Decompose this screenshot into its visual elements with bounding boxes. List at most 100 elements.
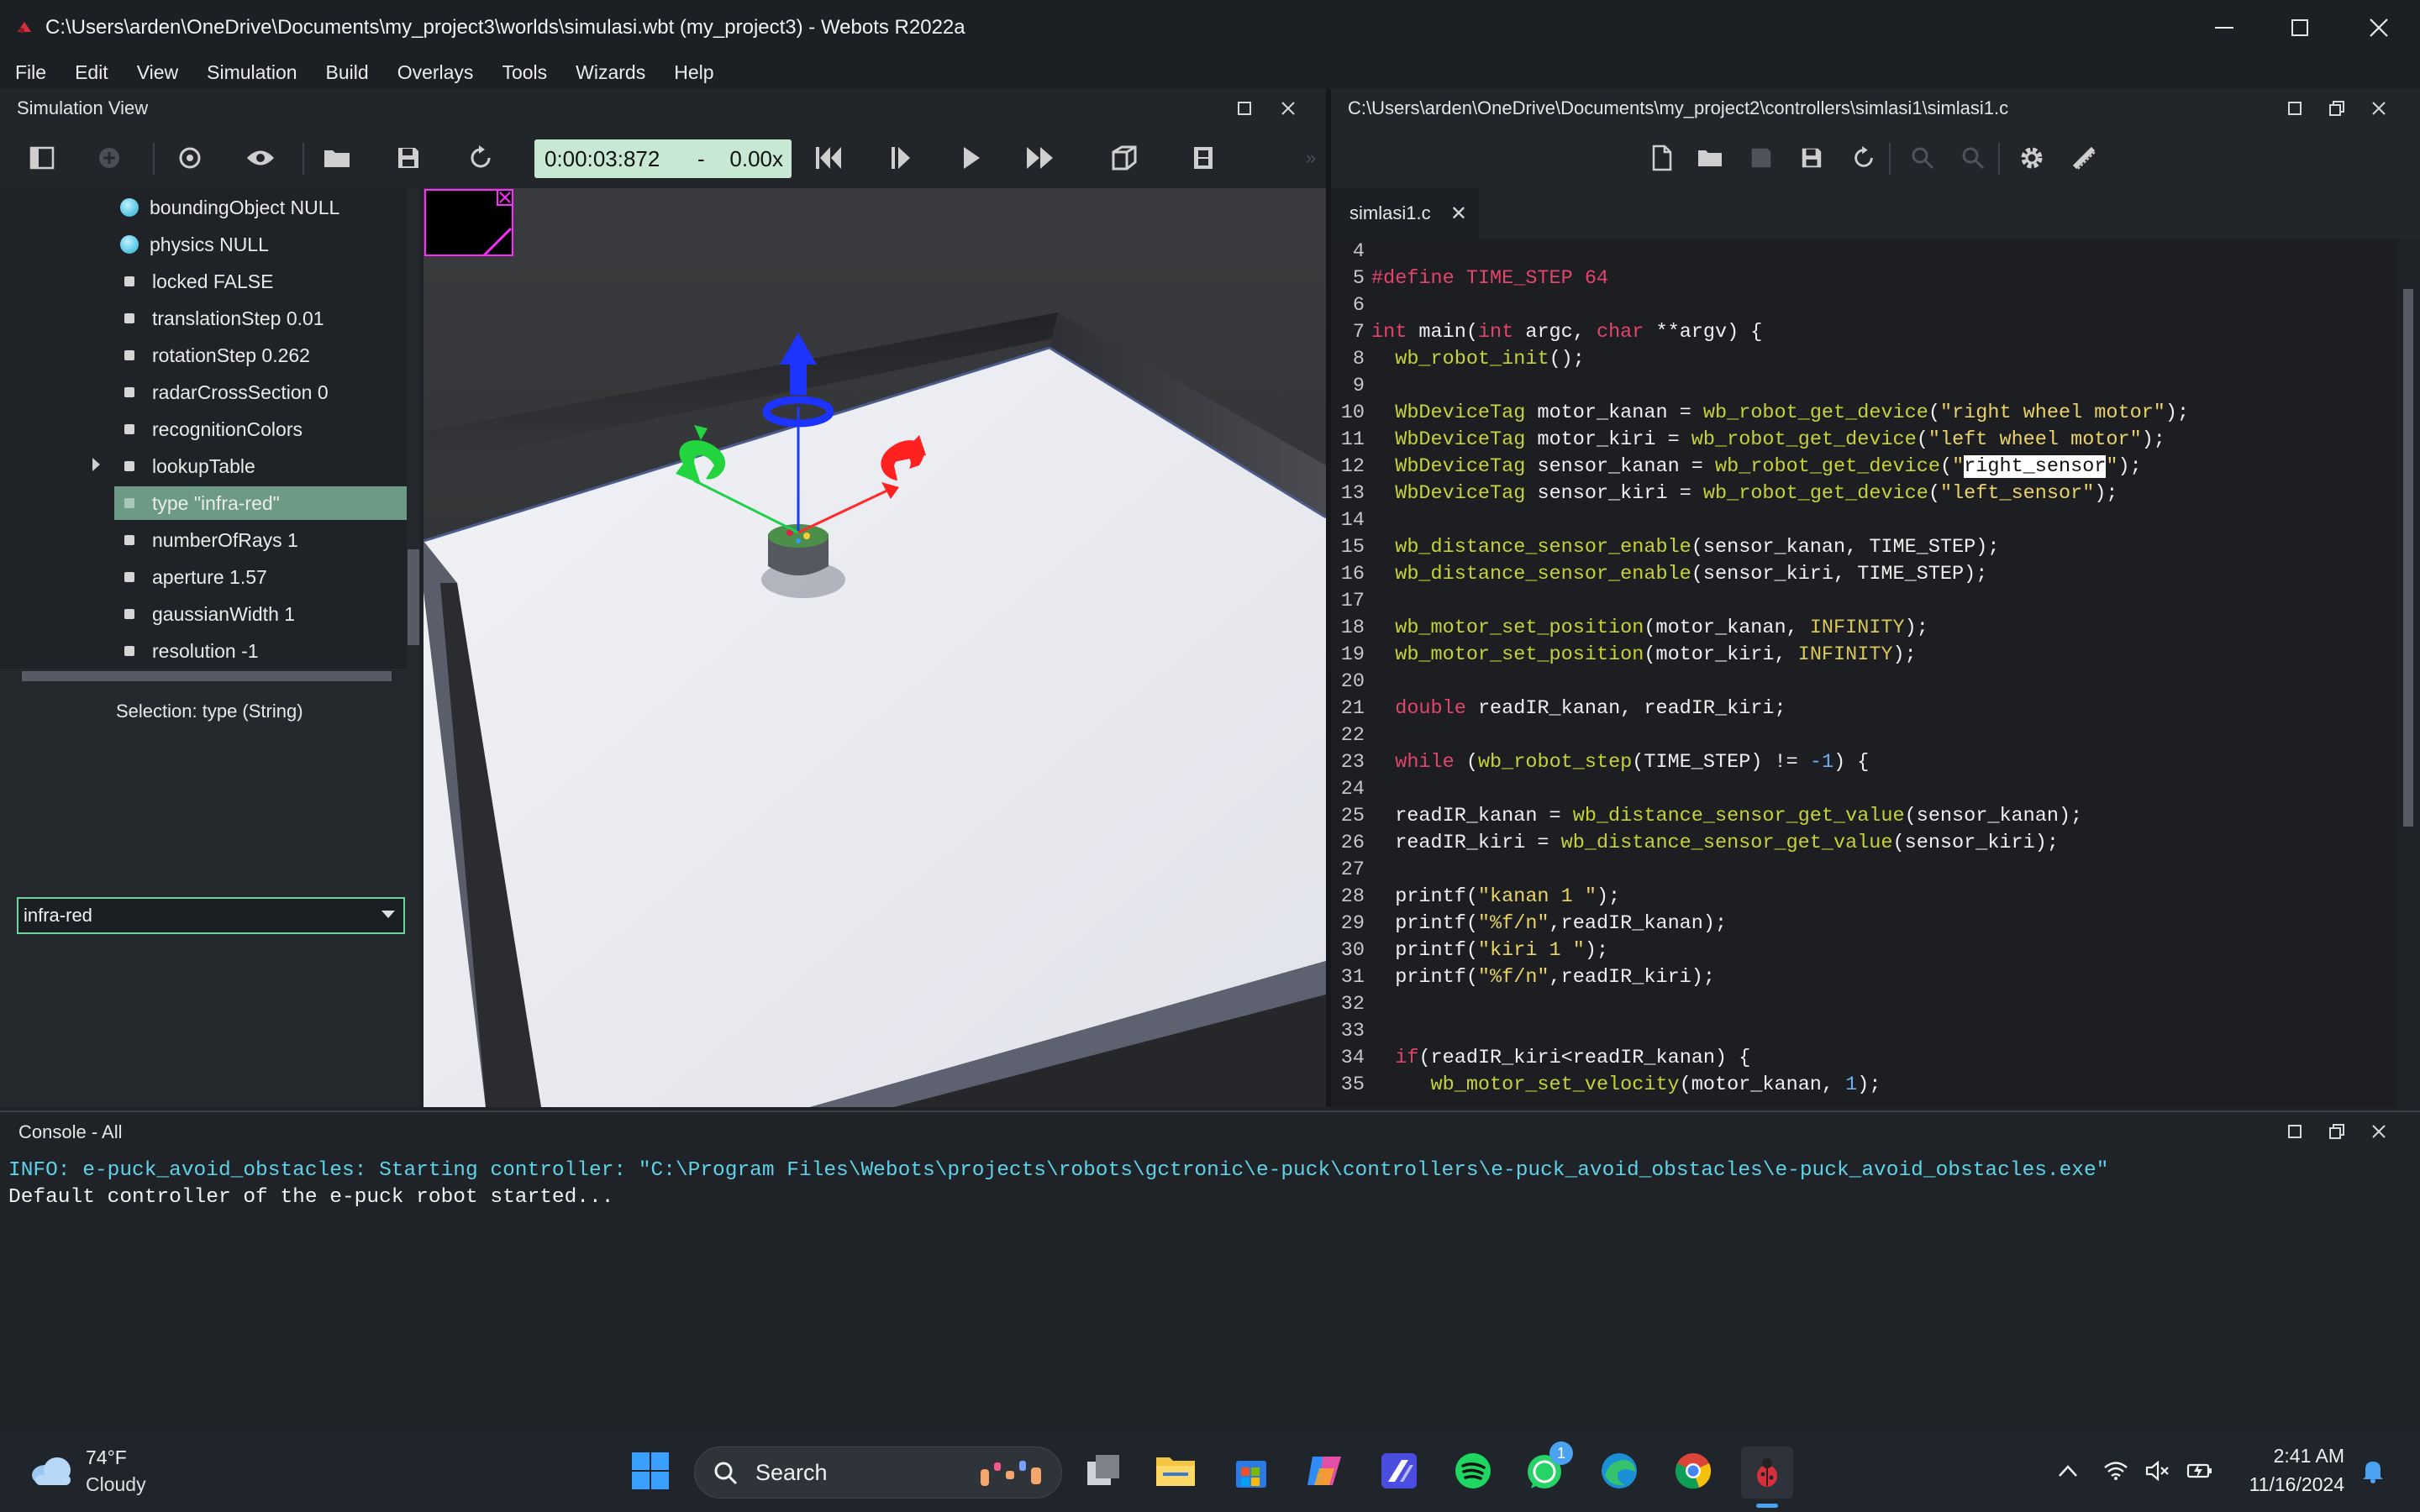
menu-build[interactable]: Build <box>326 61 369 84</box>
tab-simlasi1-c[interactable]: simlasi1.c ✕ <box>1331 188 1479 239</box>
code-line[interactable]: 22 <box>1331 724 2396 751</box>
start-button[interactable] <box>626 1446 675 1495</box>
console-close-button[interactable] <box>2366 1119 2391 1144</box>
file-explorer-button[interactable] <box>1151 1446 1200 1495</box>
tree-item-lookup-table[interactable]: lookupTable <box>0 449 407 483</box>
tree-item-translation-step[interactable]: translationStep 0.01 <box>0 302 407 335</box>
3d-view[interactable] <box>424 188 1326 1107</box>
maximize-button[interactable] <box>2260 0 2339 55</box>
menu-simulation[interactable]: Simulation <box>207 61 297 84</box>
weather-widget[interactable]: 74°F Cloudy <box>0 1430 202 1512</box>
tree-item-locked[interactable]: locked FALSE <box>0 265 407 298</box>
pen-app-button[interactable] <box>1375 1446 1423 1495</box>
code-line[interactable]: 17 <box>1331 590 2396 617</box>
code-line[interactable]: 35 wb_motor_set_velocity(motor_kanan, 1)… <box>1331 1074 2396 1100</box>
console-undock-button[interactable] <box>2324 1119 2349 1144</box>
view-options-button[interactable] <box>244 141 277 175</box>
reload-world-button[interactable] <box>464 141 497 175</box>
code-line[interactable]: 21 double readIR_kanan, readIR_kiri; <box>1331 697 2396 724</box>
code-line[interactable]: 11 WbDeviceTag motor_kiri = wb_robot_get… <box>1331 428 2396 455</box>
notifications-button[interactable] <box>2354 1446 2391 1495</box>
code-line[interactable]: 10 WbDeviceTag motor_kanan = wb_robot_ge… <box>1331 402 2396 428</box>
code-line[interactable]: 6 <box>1331 294 2396 321</box>
volume-status[interactable] <box>2139 1446 2176 1495</box>
menu-view[interactable]: View <box>137 61 178 84</box>
task-view-button[interactable] <box>1079 1446 1128 1495</box>
save-as-button[interactable] <box>1795 141 1828 175</box>
code-line[interactable]: 9 <box>1331 375 2396 402</box>
run-simulation-button[interactable] <box>955 141 988 175</box>
code-line[interactable]: 18 wb_motor_set_position(motor_kanan, IN… <box>1331 617 2396 643</box>
code-line[interactable]: 7 int main(int argc, char **argv) { <box>1331 321 2396 348</box>
scrollbar-thumb[interactable] <box>22 671 392 681</box>
copilot-button[interactable] <box>1301 1446 1349 1495</box>
code-line[interactable]: 25 readIR_kanan = wb_distance_sensor_get… <box>1331 805 2396 832</box>
clean-button[interactable] <box>2067 141 2101 175</box>
menu-wizards[interactable]: Wizards <box>576 61 645 84</box>
reset-simulation-button[interactable] <box>812 141 845 175</box>
spotify-button[interactable] <box>1449 1446 1497 1495</box>
edge-button[interactable] <box>1595 1446 1644 1495</box>
code-editor[interactable]: 4 5 #define TIME_STEP 64 6 7 int main(int arg… <box>1331 239 2396 1107</box>
code-line[interactable]: 20 <box>1331 670 2396 697</box>
show-hidden-icons-button[interactable] <box>2044 1446 2092 1495</box>
console-output[interactable]: INFO: e-puck_avoid_obstacles: Starting c… <box>0 1152 2420 1430</box>
battery-status[interactable] <box>2181 1446 2218 1495</box>
menu-edit[interactable]: Edit <box>75 61 108 84</box>
tree-item-aperture[interactable]: aperture 1.57 <box>0 560 407 594</box>
view-mode-button[interactable] <box>1107 141 1141 175</box>
tree-item-type[interactable]: type "infra-red" <box>114 486 407 520</box>
code-line[interactable]: 8 wb_robot_init(); <box>1331 348 2396 375</box>
revert-file-button[interactable] <box>1847 141 1881 175</box>
add-node-button[interactable] <box>92 141 126 175</box>
code-line[interactable]: 19 wb_motor_set_position(motor_kiri, INF… <box>1331 643 2396 670</box>
menu-tools[interactable]: Tools <box>502 61 547 84</box>
editor-maximize-button[interactable] <box>2282 96 2307 121</box>
scene-tree-horizontal-scrollbar[interactable] <box>0 669 407 684</box>
open-world-button[interactable] <box>321 141 355 175</box>
tree-item-bounding-object[interactable]: boundingObject NULL <box>0 191 407 224</box>
code-line[interactable]: 32 <box>1331 993 2396 1020</box>
editor-undock-button[interactable] <box>2324 96 2349 121</box>
3d-scene[interactable] <box>424 188 1326 1107</box>
code-line[interactable]: 16 wb_distance_sensor_enable(sensor_kiri… <box>1331 563 2396 590</box>
code-line[interactable]: 14 <box>1331 509 2396 536</box>
toolbar-overflow-icon[interactable]: » <box>1294 141 1328 175</box>
code-line[interactable]: 24 <box>1331 778 2396 805</box>
replace-button[interactable] <box>1956 141 1990 175</box>
reload-world-view-button[interactable] <box>173 141 207 175</box>
code-line[interactable]: 13 WbDeviceTag sensor_kiri = wb_robot_ge… <box>1331 482 2396 509</box>
open-file-button[interactable] <box>1694 141 1728 175</box>
build-button[interactable] <box>2015 141 2049 175</box>
code-line[interactable]: 4 <box>1331 240 2396 267</box>
whatsapp-button[interactable]: 1 <box>1521 1441 1573 1495</box>
code-line[interactable]: 27 <box>1331 858 2396 885</box>
simulation-view-maximize-button[interactable] <box>1232 96 1257 121</box>
code-line[interactable]: 30 printf("kiri 1 "); <box>1331 939 2396 966</box>
simulation-view-close-button[interactable] <box>1276 96 1301 121</box>
minimize-button[interactable] <box>2185 0 2264 55</box>
save-world-button[interactable] <box>392 141 425 175</box>
menu-overlays[interactable]: Overlays <box>397 61 474 84</box>
tab-close-icon[interactable]: ✕ <box>1450 202 1467 226</box>
new-file-button[interactable] <box>1645 141 1679 175</box>
console-maximize-button[interactable] <box>2282 1119 2307 1144</box>
code-line[interactable]: 26 readIR_kiri = wb_distance_sensor_get_… <box>1331 832 2396 858</box>
scrollbar-thumb[interactable] <box>408 549 419 645</box>
tree-item-recognition-colors[interactable]: recognitionColors <box>0 412 407 446</box>
tree-item-rotation-step[interactable]: rotationStep 0.262 <box>0 339 407 372</box>
expand-arrow-icon[interactable] <box>92 458 100 471</box>
code-line[interactable]: 23 while (wb_robot_step(TIME_STEP) != -1… <box>1331 751 2396 778</box>
code-editor-scrollbar[interactable] <box>2396 239 2420 1107</box>
tree-item-gaussian-width[interactable]: gaussianWidth 1 <box>0 597 407 631</box>
wifi-status[interactable] <box>2097 1446 2134 1495</box>
code-line[interactable]: 33 <box>1331 1020 2396 1047</box>
code-line[interactable]: 29 printf("%f/n",readIR_kanan); <box>1331 912 2396 939</box>
taskbar-search[interactable]: Search <box>694 1446 1062 1499</box>
type-dropdown[interactable]: infra-red <box>17 897 405 934</box>
scrollbar-thumb[interactable] <box>2403 289 2413 827</box>
code-line[interactable]: 28 printf("kanan 1 "); <box>1331 885 2396 912</box>
code-line[interactable]: 31 printf("%f/n",readIR_kiri); <box>1331 966 2396 993</box>
save-file-button[interactable] <box>1744 141 1778 175</box>
find-button[interactable] <box>1906 141 1939 175</box>
